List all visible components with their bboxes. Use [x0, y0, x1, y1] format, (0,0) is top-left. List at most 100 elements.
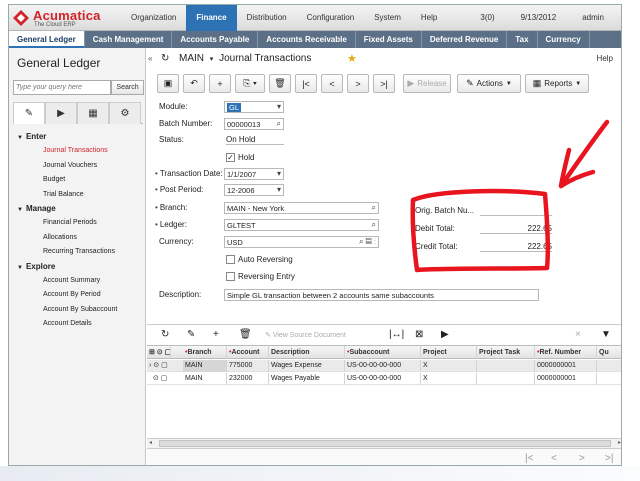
table-row[interactable]: › ⊙ ▢ MAIN 775000 Wages Expense US-00-00… [147, 360, 621, 372]
save-button[interactable]: ▣ [157, 74, 179, 93]
top-menu-configuration[interactable]: Configuration [297, 5, 365, 31]
release-button[interactable]: ▶ Release [403, 74, 451, 93]
sidebar-group-manage[interactable]: ▼ Manage [17, 202, 145, 216]
cell-branch[interactable]: MAIN [183, 373, 227, 385]
grid-header-quantity[interactable]: Qu [597, 346, 621, 359]
view-source-document-button[interactable]: ✎ View Source Document [265, 331, 346, 339]
scroll-left-icon[interactable]: ◂ [149, 439, 152, 448]
row-icons[interactable]: › ⊙ ▢ [147, 360, 183, 372]
add-row-icon[interactable]: + [213, 329, 219, 340]
transaction-date-field[interactable]: 1/1/2007 ▾ [224, 168, 284, 180]
sidebar-item-journal-transactions[interactable]: Journal Transactions [17, 144, 145, 159]
cell-project[interactable]: X [421, 373, 477, 385]
submenu-accounts-receivable[interactable]: Accounts Receivable [258, 31, 356, 48]
cell-description[interactable]: Wages Payable [269, 373, 345, 385]
cell-ref-number[interactable]: 0000000001 [535, 360, 597, 372]
last-page-icon[interactable]: >| [605, 453, 613, 464]
sidebar-group-enter[interactable]: ▼ Enter [17, 130, 145, 144]
fit-columns-icon[interactable]: |↔| [389, 329, 404, 340]
sidebar-item-account-details[interactable]: Account Details [17, 317, 145, 332]
batch-number-field[interactable]: 00000013 ⌕ [224, 118, 284, 130]
submenu-deferred-revenue[interactable]: Deferred Revenue [422, 31, 508, 48]
cell-subaccount[interactable]: US-00-00-00-000 [345, 360, 421, 372]
cell-account[interactable]: 775000 [227, 360, 269, 372]
cell-description[interactable]: Wages Expense [269, 360, 345, 372]
top-menu-organization[interactable]: Organization [121, 5, 186, 31]
sidebar-tab-process[interactable]: ▶ [45, 102, 77, 124]
submenu-currency[interactable]: Currency [538, 31, 590, 48]
branch-field[interactable]: MAIN - New York ⌕ [224, 202, 379, 214]
top-menu-help[interactable]: Help [411, 5, 447, 31]
currency-field[interactable]: USD ⌕ ▤ ⁝ [224, 236, 379, 248]
refresh-icon[interactable]: ↻ [161, 53, 169, 64]
refresh-icon[interactable]: ↻ [161, 329, 169, 340]
current-date[interactable]: 9/13/2012 [508, 5, 570, 31]
grid-header-account[interactable]: •Account [227, 346, 269, 359]
reports-menu-button[interactable]: ▦ Reports ▼ [525, 74, 589, 93]
filter-icon[interactable]: ▼ [601, 329, 611, 340]
row-icons[interactable]: ⊙ ▢ [147, 373, 183, 385]
submenu-general-ledger[interactable]: General Ledger [9, 31, 85, 48]
grid-header-branch[interactable]: •Branch [183, 346, 227, 359]
ledger-field[interactable]: GLTEST ⌕ [224, 219, 379, 231]
first-record-button[interactable]: |< [295, 74, 317, 93]
play-icon[interactable]: ▶ [441, 329, 449, 340]
favorite-star-icon[interactable]: ★ [347, 52, 357, 65]
cancel-button[interactable]: ↶ [183, 74, 205, 93]
help-link[interactable]: Help [597, 54, 613, 63]
previous-page-icon[interactable]: < [551, 453, 557, 464]
delete-button[interactable]: 🗑 [269, 74, 291, 93]
cell-project[interactable]: X [421, 360, 477, 372]
submenu-fixed-assets[interactable]: Fixed Assets [356, 31, 422, 48]
sidebar-item-account-summary[interactable]: Account Summary [17, 274, 145, 289]
cell-project-task[interactable] [477, 373, 535, 385]
cell-account[interactable]: 232000 [227, 373, 269, 385]
sidebar-item-account-by-subaccount[interactable]: Account By Subaccount [17, 303, 145, 318]
grid-header-project-task[interactable]: Project Task [477, 346, 535, 359]
sidebar-item-financial-periods[interactable]: Financial Periods [17, 216, 145, 231]
submenu-tax[interactable]: Tax [507, 31, 538, 48]
add-button[interactable]: + [209, 74, 231, 93]
sidebar-tab-enter[interactable]: ✎ [13, 102, 45, 124]
cell-branch[interactable]: MAIN [183, 360, 227, 372]
notifications-counter[interactable]: 3(0) [467, 5, 507, 31]
submenu-accounts-payable[interactable]: Accounts Payable [172, 31, 259, 48]
sidebar-tab-config[interactable]: ⚙ [109, 102, 141, 124]
scroll-right-icon[interactable]: ▸ [618, 439, 621, 448]
sidebar-item-budget[interactable]: Budget [17, 173, 145, 188]
module-select[interactable]: GL ▾ [224, 101, 284, 113]
grid-header-subaccount[interactable]: •Subaccount [345, 346, 421, 359]
sidebar-search-input[interactable] [13, 80, 111, 95]
sidebar-search-button[interactable]: Search [111, 80, 144, 95]
post-period-field[interactable]: 12-2006 ▾ [224, 184, 284, 196]
actions-menu-button[interactable]: ✎ Actions ▼ [457, 74, 521, 93]
reversing-entry-checkbox[interactable] [226, 272, 235, 281]
top-menu-distribution[interactable]: Distribution [237, 5, 297, 31]
delete-row-icon[interactable]: 🗑 [239, 329, 252, 340]
cell-ref-number[interactable]: 0000000001 [535, 373, 597, 385]
export-excel-icon[interactable]: ⊠ [415, 329, 423, 340]
scrollbar-thumb[interactable] [159, 440, 611, 447]
sidebar-item-recurring-transactions[interactable]: Recurring Transactions [17, 245, 145, 260]
cell-subaccount[interactable]: US-00-00-00-000 [345, 373, 421, 385]
grid-header-description[interactable]: Description [269, 346, 345, 359]
horizontal-scrollbar[interactable]: ◂ ▸ [147, 438, 621, 448]
sidebar-item-journal-vouchers[interactable]: Journal Vouchers [17, 159, 145, 174]
submenu-cash-management[interactable]: Cash Management [85, 31, 173, 48]
auto-reversing-checkbox[interactable] [226, 255, 235, 264]
sidebar-item-account-by-period[interactable]: Account By Period [17, 288, 145, 303]
sidebar-group-explore[interactable]: ▼ Explore [17, 260, 145, 274]
grid-header-ref-number[interactable]: •Ref. Number [535, 346, 597, 359]
grid-header-project[interactable]: Project [421, 346, 477, 359]
user-menu[interactable]: admin [569, 5, 617, 31]
sidebar-tab-reports[interactable]: ▦ [77, 102, 109, 124]
close-icon[interactable]: × [575, 329, 581, 340]
cell-project-task[interactable] [477, 360, 535, 372]
first-page-icon[interactable]: |< [525, 453, 533, 464]
sidebar-item-allocations[interactable]: Allocations [17, 231, 145, 246]
top-menu-finance[interactable]: Finance [186, 5, 237, 31]
description-field[interactable]: Simple GL transaction between 2 accounts… [224, 289, 539, 301]
edit-icon[interactable]: ✎ [187, 329, 195, 340]
previous-record-button[interactable]: < [321, 74, 343, 93]
last-record-button[interactable]: >| [373, 74, 395, 93]
